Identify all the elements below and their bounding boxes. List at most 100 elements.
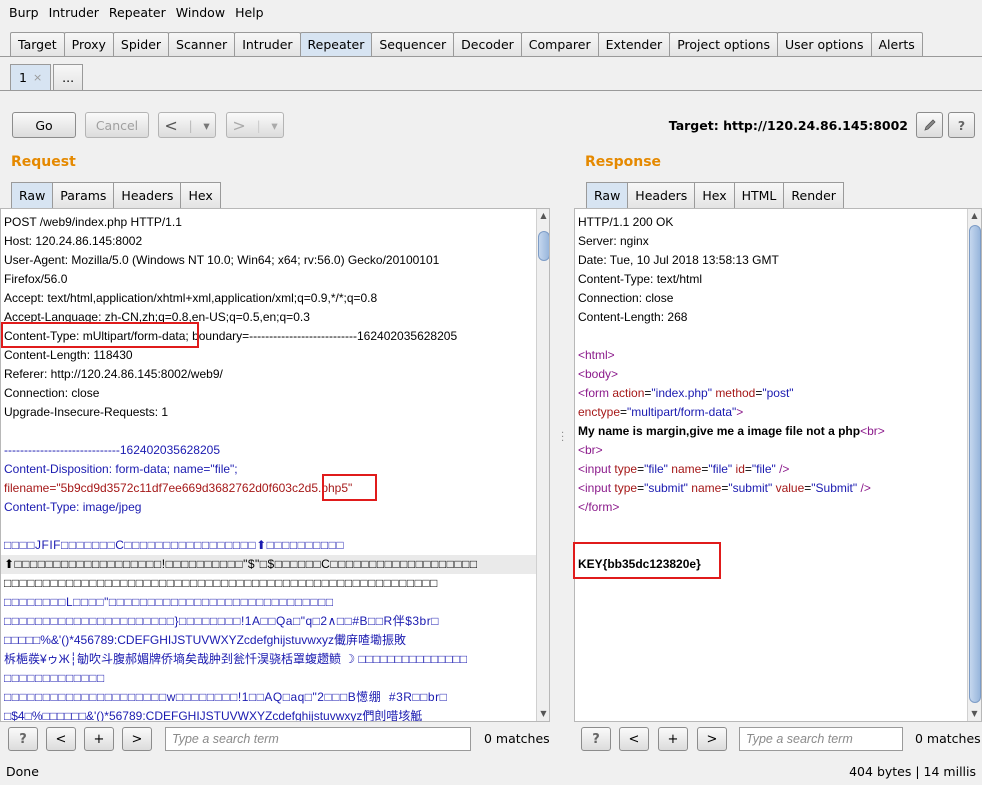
request-line: □□□□□□□□L□□□□"□□□□□□□□□□□□□□□□□□□□□□□□□□… (4, 595, 334, 609)
search-help-button[interactable]: ? (8, 727, 38, 751)
scroll-up-icon[interactable]: ▲ (968, 209, 981, 223)
tab-intruder[interactable]: Intruder (234, 32, 301, 56)
response-tab-hex[interactable]: Hex (694, 182, 735, 208)
new-tab-button[interactable]: ... (53, 64, 84, 90)
cancel-button[interactable]: Cancel (85, 112, 149, 138)
content-type-highlight (1, 322, 199, 348)
menu-item-repeater[interactable]: Repeater (104, 5, 171, 20)
tab-comparer[interactable]: Comparer (520, 32, 599, 56)
response-header-line: HTTP/1.1 200 OK (578, 215, 674, 229)
request-line: User-Agent: Mozilla/5.0 (Windows NT 10.0… (4, 253, 440, 267)
close-icon[interactable]: × (33, 71, 42, 84)
form-close-tag: </form> (578, 500, 620, 514)
request-editor[interactable]: POST /web9/index.php HTTP/1.1 Host: 120.2… (0, 208, 550, 722)
target-label: Target: http://120.24.86.145:8002 (668, 118, 908, 133)
request-line: □□□□□□□□□□□□□ (4, 671, 105, 685)
search-add-button[interactable]: + (658, 727, 688, 751)
response-size: 404 bytes | 14 millis (849, 763, 976, 779)
search-prev-button[interactable]: < (46, 727, 76, 751)
tab-alerts[interactable]: Alerts (870, 32, 923, 56)
menu-item-intruder[interactable]: Intruder (44, 5, 104, 20)
response-title: Response (585, 154, 662, 170)
scroll-thumb[interactable] (538, 231, 549, 261)
response-editor[interactable]: HTTP/1.1 200 OK Server: nginx Date: Tue, 1… (574, 208, 982, 722)
form-enctype-line: enctype="multipart/form-data"> (578, 405, 744, 419)
response-tab-headers[interactable]: Headers (627, 182, 696, 208)
menu-item-help[interactable]: Help (230, 5, 269, 20)
scroll-thumb[interactable] (969, 225, 981, 703)
response-tab-raw[interactable]: Raw (586, 182, 629, 208)
response-scrollbar[interactable]: ▲ ▼ (967, 209, 981, 721)
search-match-count: 0 matches (484, 731, 550, 746)
chevron-down-icon: ▾ (203, 117, 210, 133)
tab-user-options[interactable]: User options (776, 32, 872, 56)
search-help-button[interactable]: ? (581, 727, 611, 751)
response-header-line: Date: Tue, 10 Jul 2018 13:58:13 GMT (578, 253, 779, 267)
request-line: □□□□JFIF□□□□□□□C□□□□□□□□□□□□□□□□□⬆□□□□□□… (4, 538, 345, 552)
key-highlight (573, 542, 721, 579)
subtab-divider (0, 90, 982, 91)
request-line: Upgrade-Insecure-Requests: 1 (4, 405, 169, 419)
scroll-up-icon[interactable]: ▲ (537, 209, 549, 223)
request-line: Content-Type: image/jpeg (4, 500, 142, 514)
menu-item-window[interactable]: Window (171, 5, 230, 20)
back-arrow-icon: < (164, 115, 178, 135)
search-input[interactable]: Type a search term (165, 727, 471, 751)
search-add-button[interactable]: + (84, 727, 114, 751)
pencil-icon (923, 119, 936, 131)
html-open-tag: <html> (578, 348, 615, 362)
response-message: My name is margin,give me a image file n… (578, 424, 885, 438)
menu-bar: Burp Intruder Repeater Window Help (0, 0, 982, 24)
search-next-button[interactable]: > (122, 727, 152, 751)
request-scrollbar[interactable]: ▲ ▼ (536, 209, 549, 721)
response-view-tabs: Raw Headers Hex HTML Render (586, 182, 844, 208)
tab-scanner[interactable]: Scanner (168, 32, 236, 56)
response-tab-html[interactable]: HTML (733, 182, 785, 208)
request-tab-raw[interactable]: Raw (11, 182, 54, 208)
back-button[interactable]: < | ▾ (158, 112, 216, 138)
request-line: Host: 120.24.86.145:8002 (4, 234, 143, 248)
scroll-down-icon[interactable]: ▼ (537, 707, 549, 721)
chevron-down-icon: ▾ (271, 117, 278, 133)
request-tab-headers[interactable]: Headers (113, 182, 182, 208)
request-line: -----------------------------16240203562… (4, 443, 220, 457)
request-line: Accept: text/html,application/xhtml+xml,… (4, 291, 378, 305)
request-tab-params[interactable]: Params (52, 182, 115, 208)
file-input-line: <input type="file" name="file" id="file"… (578, 462, 790, 476)
forward-arrow-icon: > (232, 115, 246, 135)
main-tab-row: Target Proxy Spider Scanner Intruder Repeater… (10, 31, 923, 56)
search-prev-button[interactable]: < (619, 727, 649, 751)
divider-grip-icon: · · · (561, 428, 565, 447)
edit-target-button[interactable] (916, 112, 943, 138)
status-text: Done (6, 763, 39, 779)
status-bar: Done 404 bytes | 14 millis (0, 757, 982, 785)
help-button[interactable]: ? (948, 112, 975, 138)
search-next-button[interactable]: > (697, 727, 727, 751)
forward-button[interactable]: > | ▾ (226, 112, 284, 138)
repeater-tab-1[interactable]: 1 × (10, 64, 52, 90)
response-header-line: Content-Type: text/html (578, 272, 703, 286)
response-header-line: Connection: close (578, 291, 674, 305)
tab-sequencer[interactable]: Sequencer (371, 32, 455, 56)
request-line: □□□□□□□□□□□□□□□□□□□□□□□□□□□□□□□□□□□□□□□□… (4, 576, 438, 590)
request-view-tabs: Raw Params Headers Hex (11, 182, 221, 208)
request-tab-hex[interactable]: Hex (180, 182, 221, 208)
tab-project-options[interactable]: Project options (669, 32, 778, 56)
tab-decoder[interactable]: Decoder (453, 32, 522, 56)
tab-extender[interactable]: Extender (597, 32, 671, 56)
tab-spider[interactable]: Spider (112, 32, 170, 56)
menu-item-burp[interactable]: Burp (4, 5, 44, 20)
request-line (1, 517, 549, 536)
tab-repeater[interactable]: Repeater (299, 32, 373, 56)
request-line: Content-Length: 118430 (4, 348, 133, 362)
scroll-down-icon[interactable]: ▼ (968, 707, 981, 721)
tab-target[interactable]: Target (10, 32, 65, 56)
search-input[interactable]: Type a search term (739, 727, 903, 751)
request-line: ⬆□□□□□□□□□□□□□□□□□□□!□□□□□□□□□□"$"□$□□□□… (1, 555, 549, 574)
response-tab-render[interactable]: Render (783, 182, 844, 208)
request-line: Connection: close (4, 386, 100, 400)
repeater-tab-row: 1 × ... (10, 64, 85, 90)
pane-divider[interactable] (560, 200, 565, 720)
go-button[interactable]: Go (12, 112, 76, 138)
tab-proxy[interactable]: Proxy (63, 32, 114, 56)
